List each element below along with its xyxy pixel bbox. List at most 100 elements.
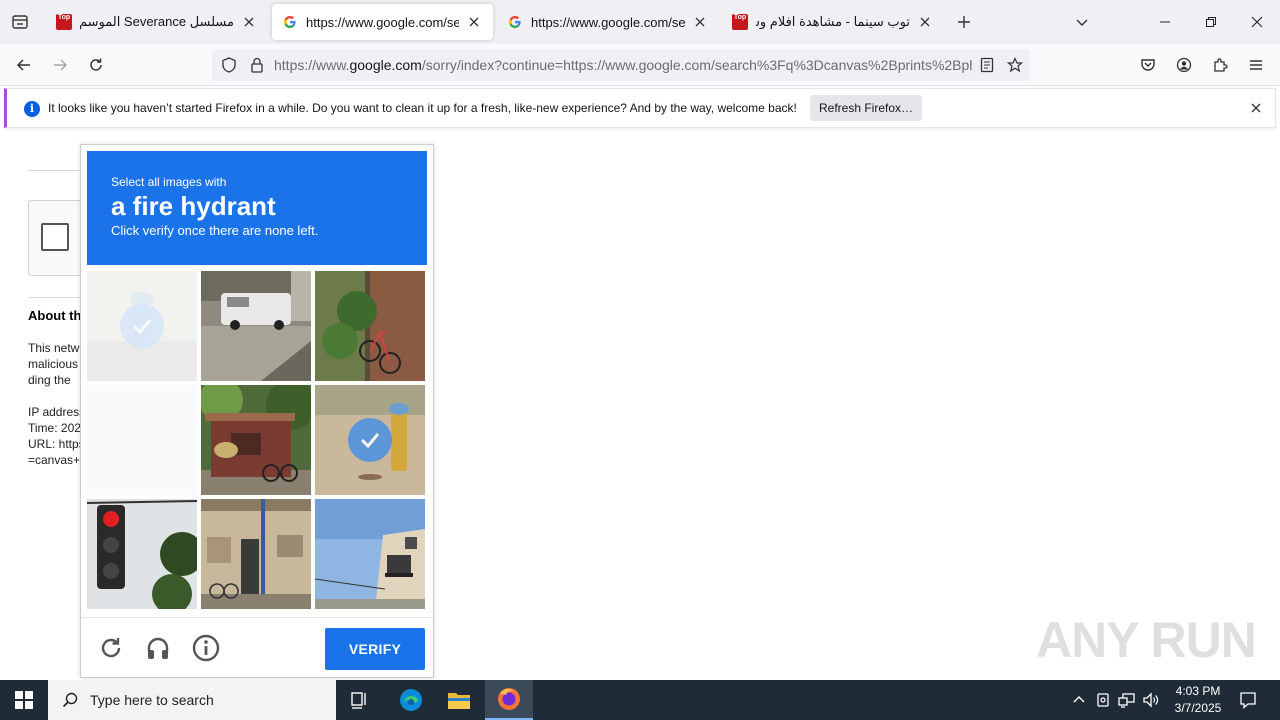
- minimize-button[interactable]: [1142, 0, 1188, 44]
- anyrun-watermark: ANY RUN: [1036, 604, 1257, 676]
- forward-button[interactable]: [45, 50, 75, 80]
- building-image: [201, 499, 311, 609]
- new-tab-button[interactable]: [950, 8, 978, 36]
- bicycle-image: [315, 271, 425, 381]
- close-tab-icon[interactable]: [691, 13, 709, 31]
- ip-address-line: IP address: [28, 405, 86, 419]
- blank-tile-image: [87, 385, 197, 495]
- challenge-header: Select all images with a fire hydrant Cl…: [87, 151, 427, 265]
- address-bar[interactable]: https://www.google.com/sorry/index?conti…: [212, 49, 1030, 81]
- apartment-image: [315, 499, 425, 609]
- audio-challenge-button[interactable]: [144, 634, 172, 662]
- captcha-tile-4[interactable]: [87, 385, 197, 495]
- time-line: Time: 2025: [28, 421, 88, 435]
- reader-view-icon[interactable]: [978, 56, 996, 74]
- taskbar-search-box[interactable]: Type here to search: [48, 680, 336, 720]
- reload-button[interactable]: [81, 50, 111, 80]
- firefox-view-button[interactable]: [6, 8, 34, 36]
- pocket-icon: [1141, 59, 1155, 71]
- start-button[interactable]: [0, 680, 48, 720]
- checkmark-icon: [348, 418, 392, 462]
- account-button[interactable]: [1169, 50, 1199, 80]
- edge-taskbar-button[interactable]: [387, 680, 435, 720]
- shield-icon[interactable]: [220, 56, 238, 74]
- tab-google-search[interactable]: https://www.google.com/search: [497, 4, 719, 40]
- url-line: URL: https: [28, 437, 85, 451]
- google-g-icon: [282, 14, 298, 30]
- windows-taskbar: Type here to search 4:03 PM 3/7/2025: [0, 680, 1280, 720]
- url-text[interactable]: https://www.google.com/sorry/index?conti…: [274, 57, 972, 73]
- show-hidden-icons-button[interactable]: [1068, 680, 1090, 720]
- network-icon: [1118, 693, 1135, 708]
- action-center-button[interactable]: [1234, 680, 1262, 720]
- arrow-left-icon: [16, 59, 30, 71]
- recaptcha-anchor: [28, 200, 88, 276]
- notification-icon: [1240, 692, 1256, 709]
- file-explorer-taskbar-button[interactable]: [435, 680, 483, 720]
- chevron-down-icon: [1076, 19, 1088, 26]
- traffic-light-image: [87, 499, 197, 609]
- close-tab-icon[interactable]: [465, 13, 483, 31]
- close-tab-icon[interactable]: [240, 13, 258, 31]
- pocket-button[interactable]: [1133, 50, 1163, 80]
- info-icon: [192, 634, 220, 662]
- reload-challenge-button[interactable]: [97, 634, 125, 662]
- firefox-taskbar-button[interactable]: [485, 680, 533, 720]
- tab-title: https://www.google.com/search: [531, 14, 685, 30]
- captcha-tile-6[interactable]: [315, 385, 425, 495]
- reload-icon: [101, 638, 121, 658]
- tab-title: مسلسل Severance الموسم الثاني: [80, 14, 234, 29]
- captcha-tile-1[interactable]: [87, 271, 197, 381]
- firefox-icon: [498, 688, 520, 710]
- instruction-target: a fire hydrant: [111, 191, 276, 221]
- restore-button[interactable]: [1188, 0, 1234, 44]
- help-button[interactable]: [192, 634, 220, 662]
- captcha-tile-5[interactable]: [201, 385, 311, 495]
- divider: [28, 297, 88, 298]
- volume-button[interactable]: [1140, 680, 1162, 720]
- app-menu-button[interactable]: [1241, 50, 1271, 80]
- about-text-line: ding the: [28, 373, 71, 387]
- lock-icon[interactable]: [248, 56, 266, 74]
- watermark-text: ANY RUN: [1036, 612, 1257, 668]
- about-text-line: malicious: [28, 357, 79, 371]
- puzzle-icon: [1214, 58, 1228, 72]
- captcha-tile-2[interactable]: [201, 271, 311, 381]
- reload-icon: [90, 58, 102, 71]
- captcha-tile-8[interactable]: [201, 499, 311, 609]
- top-cinema-icon: Top: [56, 14, 72, 30]
- tab-severance[interactable]: Top مسلسل Severance الموسم الثاني: [46, 4, 268, 40]
- tab-google-sorry[interactable]: https://www.google.com/search: [272, 4, 493, 40]
- captcha-tile-7[interactable]: [87, 499, 197, 609]
- close-icon[interactable]: [1249, 101, 1263, 115]
- refresh-firefox-button[interactable]: Refresh Firefox…: [810, 95, 922, 121]
- firefox-view-icon: [12, 15, 28, 29]
- task-view-icon: [351, 692, 366, 709]
- account-icon: [1176, 57, 1192, 73]
- network-button[interactable]: [1116, 680, 1138, 720]
- firefox-refresh-notification: i It looks like you haven’t started Fire…: [4, 88, 1276, 128]
- task-view-button[interactable]: [336, 680, 384, 720]
- captcha-tile-9[interactable]: [315, 499, 425, 609]
- back-button[interactable]: [9, 50, 39, 80]
- clock-date: 3/7/2025: [1174, 701, 1222, 715]
- extensions-button[interactable]: [1205, 50, 1235, 80]
- bookmark-star-icon[interactable]: [1006, 56, 1024, 74]
- captcha-tile-3[interactable]: [315, 271, 425, 381]
- restore-icon: [1206, 17, 1216, 27]
- search-placeholder: Type here to search: [90, 692, 214, 708]
- taskbar-clock[interactable]: 4:03 PM 3/7/2025: [1160, 683, 1236, 717]
- van-image: [201, 271, 311, 381]
- meet-now-button[interactable]: [1092, 680, 1114, 720]
- edge-icon: [400, 689, 422, 711]
- close-window-button[interactable]: [1234, 0, 1280, 44]
- recaptcha-checkbox[interactable]: [41, 223, 69, 251]
- hamburger-menu-icon: [1250, 60, 1262, 70]
- tab-top-cinema[interactable]: Top توب سينما - مشاهدة افلام وسلسلة: [722, 4, 944, 40]
- instruction-hint: Click verify once there are none left.: [111, 223, 319, 238]
- list-all-tabs-button[interactable]: [1068, 8, 1096, 36]
- minimize-icon: [1160, 21, 1170, 23]
- close-tab-icon[interactable]: [916, 13, 934, 31]
- verify-button[interactable]: VERIFY: [325, 628, 425, 670]
- speaker-icon: [1143, 692, 1159, 708]
